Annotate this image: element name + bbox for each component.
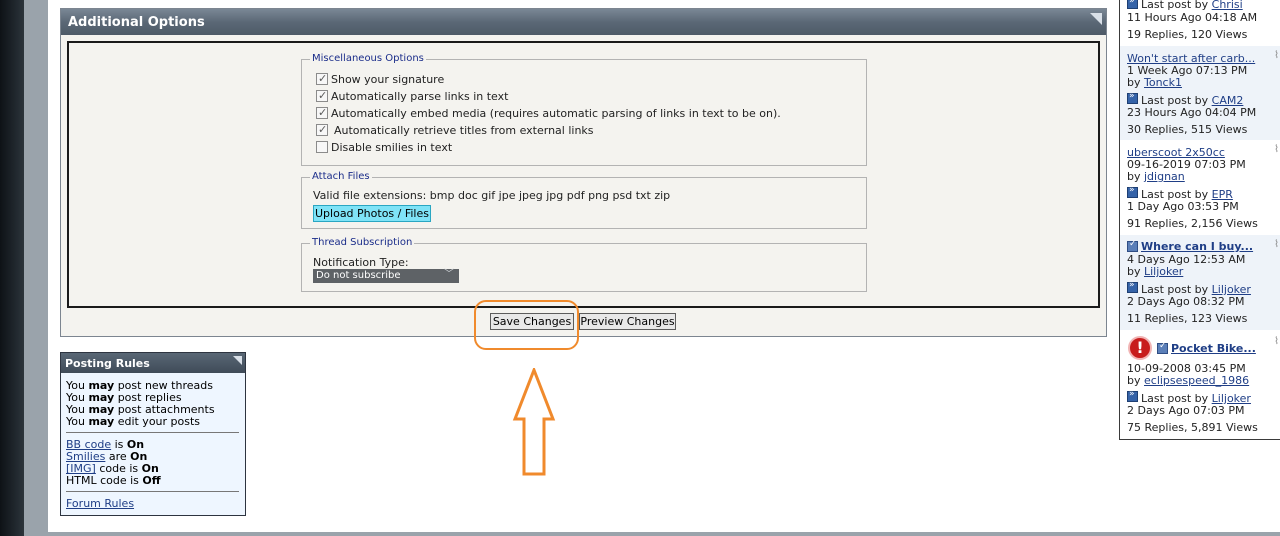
attachment-icon: ⌇ bbox=[1274, 50, 1279, 61]
last-post-icon[interactable] bbox=[1127, 91, 1138, 104]
checkbox-parse-links[interactable] bbox=[316, 89, 328, 102]
thread-stats: 30 Replies, 515 Views bbox=[1127, 123, 1248, 136]
thread-stats: 91 Replies, 2,156 Views bbox=[1127, 217, 1258, 230]
rule-html: HTML code is Off bbox=[66, 474, 161, 487]
posting-rules-panel: Posting Rules You may post new threads Y… bbox=[60, 352, 246, 516]
thread-stats: 19 Replies, 120 Views bbox=[1127, 28, 1248, 41]
up-arrow-icon bbox=[512, 368, 556, 476]
thread-title-link[interactable]: Where can I buy... bbox=[1141, 240, 1253, 253]
attachment-icon: ⌇ bbox=[1274, 144, 1279, 155]
notification-type-label: Notification Type: bbox=[313, 256, 409, 269]
rules-divider bbox=[66, 491, 239, 492]
thread-item: Won't start after carb... ⌇ 1 Week Ago 0… bbox=[1120, 46, 1280, 140]
author-link[interactable]: jdignan bbox=[1144, 170, 1185, 183]
left-frame-dark bbox=[0, 0, 24, 536]
thread-author-line: by jdignan bbox=[1127, 170, 1185, 183]
rule-edit-posts: You may edit your posts bbox=[66, 415, 201, 428]
preview-changes-button[interactable]: Preview Changes bbox=[579, 313, 676, 330]
checkbox-disable-smilies[interactable] bbox=[316, 141, 328, 153]
collapse-corner-icon[interactable] bbox=[1090, 13, 1102, 25]
last-post-icon[interactable] bbox=[1127, 280, 1138, 293]
last-post-icon[interactable] bbox=[1127, 389, 1138, 402]
thread-stats: 11 Replies, 123 Views bbox=[1127, 312, 1248, 325]
notification-type-value: Do not subscribe bbox=[316, 270, 401, 281]
valid-extensions-text: Valid file extensions: bmp doc gif jpe j… bbox=[313, 189, 671, 202]
author-link[interactable]: Liljoker bbox=[1144, 265, 1183, 278]
check-icon bbox=[1127, 239, 1138, 252]
attach-files-fieldset: Attach Files Valid file extensions: bmp … bbox=[301, 171, 867, 229]
thread-author-line: by Liljoker bbox=[1127, 265, 1184, 278]
last-post-line: Last post by Chrisi bbox=[1141, 0, 1243, 11]
check-icon bbox=[1157, 341, 1168, 354]
misc-options-legend: Miscellaneous Options bbox=[310, 53, 426, 64]
rules-divider bbox=[66, 432, 239, 433]
forum-rules-link[interactable]: Forum Rules bbox=[66, 497, 134, 510]
checkbox-show-signature[interactable] bbox=[316, 72, 328, 85]
misc-options-fieldset: Miscellaneous Options Show your signatur… bbox=[301, 53, 867, 166]
last-post-time: 2 Days Ago 07:03 PM bbox=[1127, 404, 1245, 417]
attachment-icon: ⌇ bbox=[1274, 336, 1279, 347]
additional-options-title: Additional Options bbox=[68, 15, 205, 30]
exclamation-icon: ! bbox=[1128, 336, 1152, 360]
notification-type-select[interactable]: Do not subscribe ﹀ bbox=[313, 269, 459, 283]
thread-author-line: by eclipsespeed_1986 bbox=[1127, 374, 1250, 387]
last-post-time: 11 Hours Ago 04:18 AM bbox=[1127, 11, 1258, 24]
upload-files-button[interactable]: Upload Photos / Files bbox=[313, 205, 431, 222]
option-label: Automatically retrieve titles from exter… bbox=[334, 124, 594, 137]
option-label: Automatically embed media (requires auto… bbox=[331, 107, 781, 120]
checkbox-embed-media[interactable] bbox=[316, 106, 328, 119]
thread-item: uberscoot 2x50cc ⌇ 09-16-2019 07:03 PM b… bbox=[1120, 140, 1280, 235]
thread-stats: 75 Replies, 5,891 Views bbox=[1127, 421, 1258, 434]
additional-options-header: Additional Options bbox=[61, 9, 1106, 35]
chevron-down-icon: ﹀ bbox=[444, 269, 454, 280]
last-poster-link[interactable]: Chrisi bbox=[1212, 0, 1243, 11]
save-button-highlight bbox=[474, 300, 579, 350]
thread-item: ! Pocket Bike... ⌇ 10-09-2008 03:45 PM b… bbox=[1120, 330, 1280, 439]
options-container: Miscellaneous Options Show your signatur… bbox=[67, 41, 1100, 308]
option-label: Disable smilies in text bbox=[331, 141, 453, 154]
posting-rules-header: Posting Rules bbox=[61, 353, 245, 373]
checkbox-retrieve-titles[interactable] bbox=[316, 123, 328, 136]
last-post-time: 2 Days Ago 08:32 PM bbox=[1127, 295, 1245, 308]
thread-author-line: by Tonck1 bbox=[1127, 76, 1182, 89]
last-post-icon[interactable] bbox=[1127, 185, 1138, 198]
thread-title-link[interactable]: Pocket Bike... bbox=[1171, 342, 1256, 355]
last-post-time: 23 Hours Ago 04:04 PM bbox=[1127, 106, 1257, 119]
collapse-corner-icon[interactable] bbox=[233, 356, 242, 365]
last-post-time: 1 Day Ago 03:53 PM bbox=[1127, 200, 1239, 213]
similar-threads-sidebar: Last post by Chrisi 11 Hours Ago 04:18 A… bbox=[1119, 0, 1280, 440]
last-post-icon[interactable] bbox=[1127, 0, 1138, 9]
bottom-frame bbox=[24, 532, 1280, 536]
thread-item: Where can I buy... ⌇ 4 Days Ago 12:53 AM… bbox=[1120, 235, 1280, 330]
left-frame-gray bbox=[24, 0, 48, 536]
thread-subscription-legend: Thread Subscription bbox=[310, 237, 415, 248]
author-link[interactable]: eclipsespeed_1986 bbox=[1144, 374, 1249, 387]
thread-item: Last post by Chrisi 11 Hours Ago 04:18 A… bbox=[1120, 0, 1280, 46]
option-label: Automatically parse links in text bbox=[331, 90, 509, 103]
author-link[interactable]: Tonck1 bbox=[1144, 76, 1182, 89]
posting-rules-title: Posting Rules bbox=[65, 357, 150, 370]
attachment-icon: ⌇ bbox=[1274, 239, 1279, 250]
attach-files-legend: Attach Files bbox=[310, 171, 372, 182]
additional-options-panel: Additional Options Miscellaneous Options… bbox=[60, 8, 1107, 337]
thread-subscription-fieldset: Thread Subscription Notification Type: D… bbox=[301, 237, 867, 292]
rule-forum-rules: Forum Rules bbox=[66, 497, 134, 510]
option-label: Show your signature bbox=[331, 73, 445, 86]
